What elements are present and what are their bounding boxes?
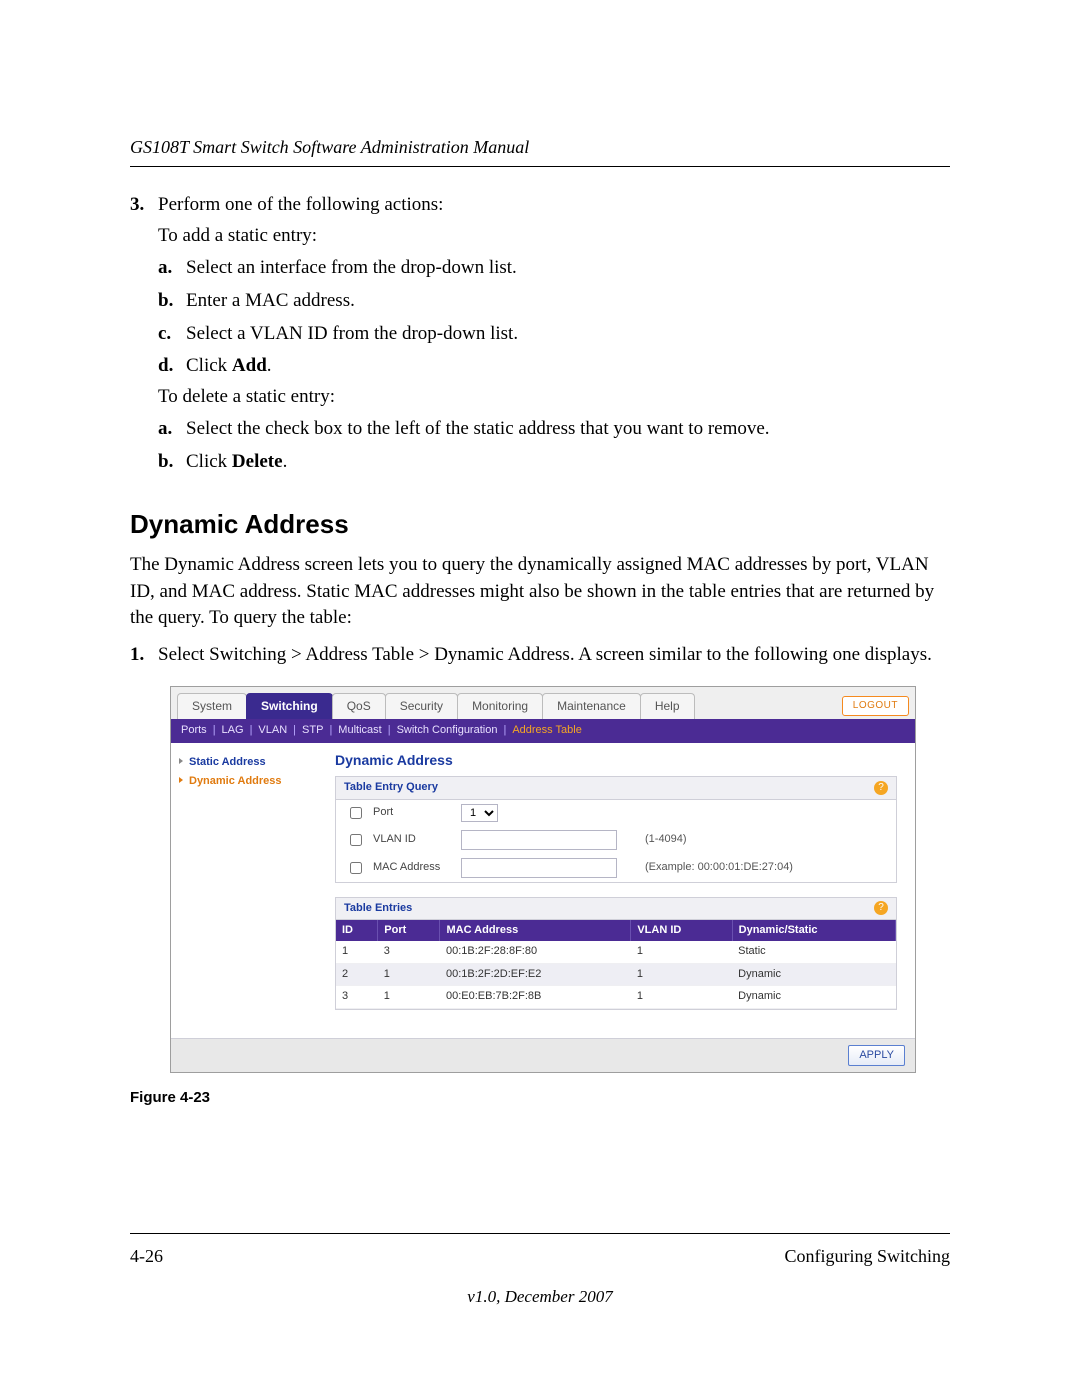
tab-qos[interactable]: QoS [332,693,386,719]
substep-d-text: Click Add. [186,353,272,380]
substep-c-text: Select a VLAN ID from the drop-down list… [186,321,518,348]
entries-panel: Table Entries ? ID Port MAC Address VLAN… [335,897,897,1010]
tab-monitoring[interactable]: Monitoring [457,693,543,719]
tab-system[interactable]: System [177,693,247,719]
tab-help[interactable]: Help [640,693,695,719]
del-b-label: b. [158,449,186,476]
step-1-number: 1. [130,642,158,669]
panel-title: Dynamic Address [335,751,897,771]
port-checkbox[interactable] [350,807,362,819]
sidebar: Static Address Dynamic Address [171,743,335,1038]
table-row: 3 1 00:E0:EB:7B:2F:8B 1 Dynamic [336,986,896,1008]
query-panel: Table Entry Query ? Port 1 VLAN ID [335,776,897,882]
del-a-label: a. [158,416,186,443]
subnav-switch-config[interactable]: Switch Configuration [397,723,498,738]
col-vlan: VLAN ID [631,920,732,941]
manual-title: GS108T Smart Switch Software Administrat… [130,135,950,160]
step-3-text: Perform one of the following actions: [158,192,443,219]
subnav-ports[interactable]: Ports [181,723,207,738]
port-select[interactable]: 1 [461,804,498,822]
port-label: Port [373,805,453,820]
add-static-intro: To add a static entry: [158,223,950,250]
embedded-screenshot: System Switching QoS Security Monitoring… [170,686,916,1073]
main-tab-bar: System Switching QoS Security Monitoring… [171,687,915,719]
vlan-checkbox[interactable] [350,834,362,846]
subnav-vlan[interactable]: VLAN [258,723,287,738]
mac-checkbox[interactable] [350,862,362,874]
substep-c-label: c. [158,321,186,348]
subnav-multicast[interactable]: Multicast [338,723,381,738]
table-row: 1 3 00:1B:2F:28:8F:80 1 Static [336,941,896,963]
substep-d-label: d. [158,353,186,380]
substep-a-label: a. [158,255,186,282]
entries-table: ID Port MAC Address VLAN ID Dynamic/Stat… [336,920,896,1009]
step-3-number: 3. [130,192,158,219]
step-1-text: Select Switching > Address Table > Dynam… [158,642,932,669]
sidebar-dynamic-address[interactable]: Dynamic Address [179,772,327,791]
vlan-hint: (1-4094) [645,832,687,847]
col-mac: MAC Address [440,920,631,941]
query-panel-title: Table Entry Query [344,780,438,795]
tab-security[interactable]: Security [385,693,458,719]
figure-caption: Figure 4-23 [130,1087,950,1108]
add-bold: Add [232,355,267,376]
delete-static-intro: To delete a static entry: [158,384,950,411]
del-b-text: Click Delete. [186,449,287,476]
delete-bold: Delete [232,451,283,472]
mac-input[interactable] [461,858,617,878]
footer-section: Configuring Switching [785,1244,951,1269]
footer-version: v1.0, December 2007 [130,1285,950,1309]
col-dyn: Dynamic/Static [732,920,895,941]
substep-a-text: Select an interface from the drop-down l… [186,255,517,282]
vlan-input[interactable] [461,830,617,850]
tab-maintenance[interactable]: Maintenance [542,693,641,719]
help-icon[interactable]: ? [874,781,888,795]
substep-b-text: Enter a MAC address. [186,288,355,315]
mac-hint: (Example: 00:00:01:DE:27:04) [645,860,793,875]
del-a-text: Select the check box to the left of the … [186,416,770,443]
mac-label: MAC Address [373,860,453,875]
apply-button[interactable]: APPLY [848,1045,905,1066]
entries-panel-title: Table Entries [344,901,412,916]
header-rule [130,166,950,167]
section-heading-dynamic-address: Dynamic Address [130,506,950,542]
page-number: 4-26 [130,1244,163,1269]
sub-nav-bar: Ports| LAG| VLAN| STP| Multicast| Switch… [171,719,915,742]
subnav-stp[interactable]: STP [302,723,323,738]
subnav-lag[interactable]: LAG [222,723,244,738]
help-icon[interactable]: ? [874,901,888,915]
tab-switching[interactable]: Switching [246,693,333,719]
vlan-label: VLAN ID [373,832,453,847]
sidebar-static-address[interactable]: Static Address [179,753,327,772]
logout-button[interactable]: LOGOUT [842,696,909,716]
col-port: Port [378,920,440,941]
subnav-address-table[interactable]: Address Table [512,723,582,738]
table-row: 2 1 00:1B:2F:2D:EF:E2 1 Dynamic [336,963,896,985]
substep-b-label: b. [158,288,186,315]
col-id: ID [336,920,378,941]
section-paragraph: The Dynamic Address screen lets you to q… [130,552,950,632]
footer-rule [130,1233,950,1234]
